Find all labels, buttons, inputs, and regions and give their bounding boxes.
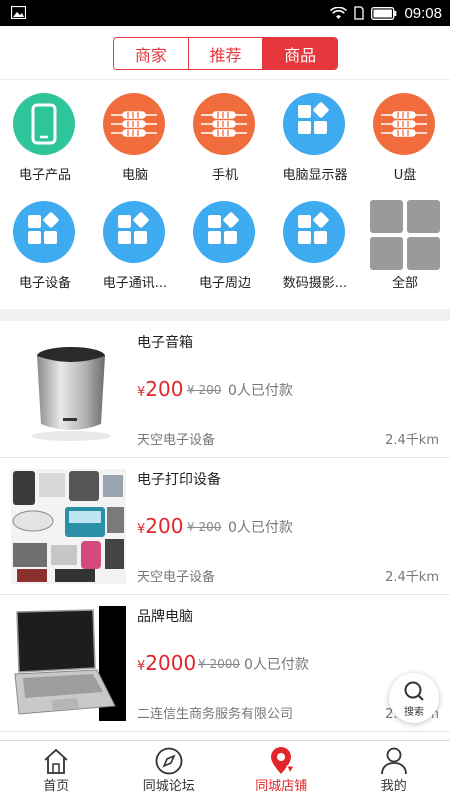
category-electronic-products[interactable]: 电子产品 [0,81,90,191]
resistor-icon [373,93,435,155]
location-pin-icon [271,747,296,775]
distance: 2.4千km [385,570,439,585]
search-icon [404,681,424,701]
app-grid-icon [283,93,345,155]
category-telecom[interactable]: 电子通讯... [90,189,180,299]
shop-name: 天空电子设备 [137,570,216,585]
original-price: ¥ 2000 [198,657,240,671]
top-bar: 商家 推荐 商品 [0,26,450,80]
nav-forum[interactable]: 同城论坛 [113,741,226,800]
status-bar: 09:08 [0,0,450,26]
search-button[interactable]: 搜索 [389,673,439,723]
product-price: ¥200 [137,514,183,538]
person-icon [380,747,407,775]
nav-home[interactable]: 首页 [0,741,113,800]
product-price: ¥200 [137,377,183,401]
app-grid-icon [193,201,255,263]
category-label: 数码摄影... [282,276,348,291]
sold-count: 0人已付款 [244,657,309,673]
resistor-icon [193,93,255,155]
home-icon [44,748,68,774]
sold-count: 0人已付款 [228,520,293,536]
original-price: ¥ 200 [187,383,222,397]
bottom-navigation: 首页 同城论坛 同城店铺 我的 [0,740,450,800]
nav-label: 同城论坛 [142,779,195,794]
product-item[interactable]: 电子音箱 ¥200 ¥ 200 0人已付款 天空电子设备 2.4千km [0,321,450,458]
category-label: 电子产品 [18,168,71,183]
category-label: 电子通讯... [102,276,168,291]
shop-name: 天空电子设备 [137,433,216,448]
category-label: 电脑 [121,168,148,183]
price-value: 2000 [145,651,197,675]
app-grid-icon [13,201,75,263]
product-name: 电子打印设备 [137,472,221,488]
product-item[interactable]: 品牌电脑 ¥2000 ¥ 2000 0人已付款 二连信生商务服务有限公司 2.4… [0,595,450,732]
all-grid-icon [370,200,440,270]
wifi-icon [330,6,348,19]
resistor-icon [103,93,165,155]
price-value: 200 [145,377,184,401]
nav-me[interactable]: 我的 [338,741,450,800]
image-icon [11,6,26,19]
tab-merchants[interactable]: 商家 [114,38,188,69]
nav-label: 首页 [43,779,70,794]
shop-name: 二连信生商务服务有限公司 [137,707,294,722]
segmented-tabs: 商家 推荐 商品 [113,37,338,70]
product-image-electronics-collage [11,469,126,584]
clock-time: 09:08 [404,4,442,22]
category-grid: 电子产品 电脑 手机 电脑显示器 U盘 电子设备 电子通讯... 电子周边 数码… [0,81,450,309]
category-label: 电子设备 [18,276,71,291]
category-monitor[interactable]: 电脑显示器 [270,81,360,191]
app-screen: 09:08 商家 推荐 商品 电子产品 电脑 手机 电脑显示器 U盘 电子设备 … [0,0,450,800]
app-grid-icon [283,201,345,263]
category-label: U盘 [393,168,417,183]
sold-count: 0人已付款 [228,383,293,399]
product-image-laptop [11,606,126,721]
compass-icon [155,747,183,775]
product-name: 品牌电脑 [137,609,193,625]
product-item[interactable]: 电子打印设备 ¥200 ¥ 200 0人已付款 天空电子设备 2.4千km [0,458,450,595]
original-price: ¥ 200 [187,520,222,534]
distance: 2.4千km [385,433,439,448]
nav-label: 我的 [380,779,407,794]
product-name: 电子音箱 [137,335,193,351]
category-usb-drive[interactable]: U盘 [360,81,450,191]
category-label: 全部 [391,276,418,291]
category-mobile[interactable]: 手机 [180,81,270,191]
search-button-label: 搜索 [404,707,424,718]
product-price: ¥2000 [137,651,196,675]
nav-stores[interactable]: 同城店铺 [225,741,338,800]
nav-label: 同城店铺 [255,779,308,794]
category-electronic-devices[interactable]: 电子设备 [0,189,90,299]
tab-products[interactable]: 商品 [262,38,337,69]
app-grid-icon [103,201,165,263]
product-image-speaker [11,332,126,447]
price-value: 200 [145,514,184,538]
tab-recommended[interactable]: 推荐 [187,38,263,69]
category-computer[interactable]: 电脑 [90,81,180,191]
sim-card-icon [354,6,365,20]
battery-icon [371,6,397,20]
category-photography[interactable]: 数码摄影... [270,189,360,299]
category-label: 手机 [211,168,238,183]
category-label: 电子周边 [198,276,251,291]
category-peripherals[interactable]: 电子周边 [180,189,270,299]
phone-icon [13,93,75,155]
category-label: 电脑显示器 [282,168,348,183]
section-divider [0,309,450,321]
